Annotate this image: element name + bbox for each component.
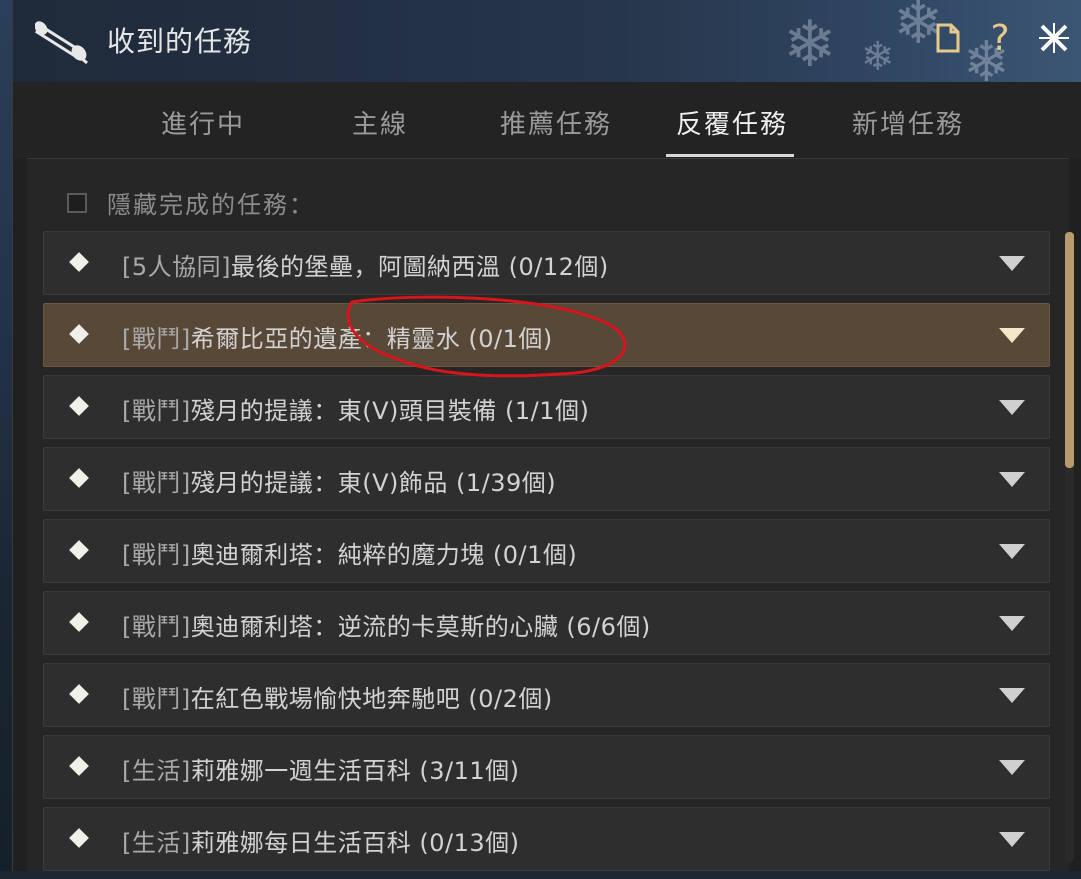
quest-tag: [戰鬥] [122, 469, 191, 497]
chevron-down-icon[interactable] [999, 616, 1025, 631]
tab-main-story[interactable]: 主線 [352, 104, 408, 141]
close-button[interactable] [1035, 18, 1073, 58]
quest-title: [5人協同]最後的堡壘，阿圖納西溫 (0/12個) [122, 247, 609, 282]
chevron-down-icon[interactable] [999, 760, 1025, 775]
scrollbar-thumb[interactable] [1065, 232, 1074, 468]
snowflake-decoration: ❄ [861, 34, 895, 80]
tab-new-quests[interactable]: 新增任務 [852, 104, 964, 141]
quest-name: 奧迪爾利塔：純粹的魔力塊 [190, 541, 485, 569]
quest-title: [戰鬥]希爾比亞的遺產：精靈水 (0/1個) [122, 319, 553, 354]
tab-repeatable[interactable]: 反覆任務 [676, 104, 788, 141]
quest-tag: [戰鬥] [122, 541, 191, 569]
chevron-down-icon[interactable] [999, 544, 1025, 559]
quest-row[interactable]: [戰鬥]奧迪爾利塔：逆流的卡莫斯的心臟 (6/6個) [43, 591, 1050, 655]
chevron-down-icon[interactable] [999, 400, 1025, 415]
quest-tag: [戰鬥] [122, 685, 191, 713]
quest-title: [戰鬥]在紅色戰場愉快地奔馳吧 (0/2個) [122, 679, 553, 714]
hide-completed-toggle[interactable]: 隱藏完成的任務： [67, 185, 315, 220]
quest-list: [5人協同]最後的堡壘，阿圖納西溫 (0/12個) [戰鬥]希爾比亞的遺產：精靈… [43, 231, 1050, 879]
quest-progress: (0/2個) [468, 685, 553, 713]
quest-title: [戰鬥]奧迪爾利塔：逆流的卡莫斯的心臟 (6/6個) [122, 607, 651, 642]
quest-name: 莉雅娜每日生活百科 [190, 829, 412, 857]
quest-title: [生活]莉雅娜每日生活百科 (0/13個) [122, 823, 520, 858]
quest-tag: [戰鬥] [122, 397, 191, 425]
diamond-icon [69, 684, 89, 704]
quest-window: ❄ ❄ ❄ ❄ 收到的任務 ? 進行中 主線 推薦任務 反覆任務 新增任務 隱藏… [12, 0, 1081, 872]
quest-row[interactable]: [戰鬥]希爾比亞的遺產：精靈水 (0/1個) [43, 303, 1050, 367]
help-button[interactable]: ? [981, 17, 1019, 59]
quest-progress: (6/6個) [566, 613, 651, 641]
diamond-icon [69, 324, 89, 344]
quest-row[interactable]: [5人協同]最後的堡壘，阿圖納西溫 (0/12個) [43, 231, 1050, 295]
diamond-icon [69, 252, 89, 272]
quest-title: [戰鬥]奧迪爾利塔：純粹的魔力塊 (0/1個) [122, 535, 577, 570]
quest-progress: (0/12個) [508, 253, 609, 281]
diamond-icon [69, 540, 89, 560]
window-title: 收到的任務 [107, 25, 253, 58]
quest-row[interactable]: [戰鬥]在紅色戰場愉快地奔馳吧 (0/2個) [43, 663, 1050, 727]
chevron-down-icon[interactable] [999, 688, 1025, 703]
quest-name: 莉雅娜一週生活百科 [190, 757, 412, 785]
snowflake-decoration: ❄ [783, 8, 837, 82]
tab-recommended[interactable]: 推薦任務 [500, 104, 612, 141]
scroll-icon [35, 21, 88, 65]
title-bar[interactable]: ❄ ❄ ❄ ❄ 收到的任務 ? [13, 0, 1081, 95]
diamond-icon [69, 828, 89, 848]
tab-bar: 進行中 主線 推薦任務 反覆任務 新增任務 [13, 82, 1081, 158]
quest-name: 殘月的提議：東(V)頭目裝備 [190, 397, 497, 425]
quest-progress: (1/39個) [456, 469, 557, 497]
quest-title: [生活]莉雅娜一週生活百科 (3/11個) [122, 751, 520, 786]
diamond-icon [69, 756, 89, 776]
hide-completed-label: 隱藏完成的任務： [107, 191, 315, 219]
quest-title: [戰鬥]殘月的提議：東(V)飾品 (1/39個) [122, 463, 556, 498]
quest-row[interactable]: [戰鬥]奧迪爾利塔：純粹的魔力塊 (0/1個) [43, 519, 1050, 583]
tab-in-progress[interactable]: 進行中 [161, 104, 245, 141]
quest-name: 奧迪爾利塔：逆流的卡莫斯的心臟 [190, 613, 559, 641]
active-tab-indicator [666, 154, 794, 157]
quest-name: 殘月的提議：東(V)飾品 [190, 469, 448, 497]
help-icon: ? [990, 17, 1010, 59]
quest-progress: (3/11個) [419, 757, 520, 785]
quest-row[interactable]: [生活]莉雅娜每日生活百科 (0/13個) [43, 807, 1050, 871]
quest-row[interactable]: [戰鬥]殘月的提議：東(V)頭目裝備 (1/1個) [43, 375, 1050, 439]
quest-progress: (0/1個) [492, 541, 578, 569]
quest-tag: [生活] [122, 757, 191, 785]
quest-tag: [5人協同] [122, 253, 231, 281]
quest-progress: (0/1個) [468, 325, 553, 353]
document-icon [936, 23, 960, 53]
diamond-icon [69, 396, 89, 416]
quest-title: [戰鬥]殘月的提議：東(V)頭目裝備 (1/1個) [122, 391, 589, 426]
hide-completed-checkbox[interactable] [67, 192, 87, 213]
quest-name: 希爾比亞的遺產：精靈水 [190, 325, 461, 353]
quest-tag: [戰鬥] [122, 325, 191, 353]
document-button[interactable] [929, 18, 967, 58]
chevron-down-icon[interactable] [999, 472, 1025, 487]
diamond-icon [69, 612, 89, 632]
chevron-down-icon[interactable] [999, 328, 1025, 343]
quest-progress: (0/13個) [419, 829, 520, 857]
quest-name: 在紅色戰場愉快地奔馳吧 [190, 685, 461, 713]
diamond-icon [69, 468, 89, 488]
chevron-down-icon[interactable] [999, 832, 1025, 847]
quest-row[interactable]: [生活]莉雅娜一週生活百科 (3/11個) [43, 735, 1050, 799]
quest-name: 最後的堡壘，阿圖納西溫 [231, 253, 501, 281]
close-icon [1039, 23, 1069, 53]
quest-row[interactable]: [戰鬥]殘月的提議：東(V)飾品 (1/39個) [43, 447, 1050, 511]
quest-tag: [生活] [122, 829, 191, 857]
quest-progress: (1/1個) [505, 397, 590, 425]
quest-tag: [戰鬥] [122, 613, 191, 641]
quest-list-panel: 隱藏完成的任務： [5人協同]最後的堡壘，阿圖納西溫 (0/12個) [戰鬥]希… [27, 158, 1069, 872]
chevron-down-icon[interactable] [999, 256, 1025, 271]
